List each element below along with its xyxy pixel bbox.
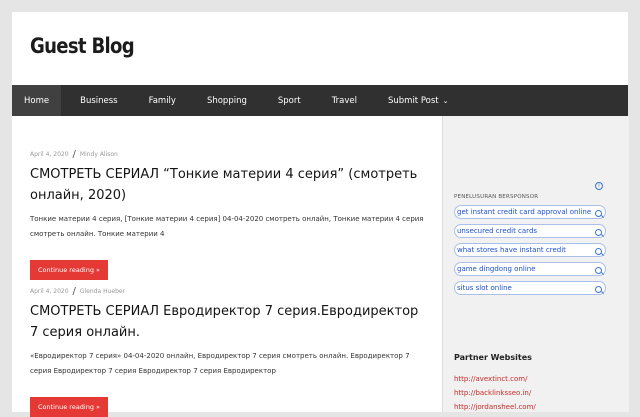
nav-business[interactable]: Business <box>68 85 129 116</box>
post-date[interactable]: April 4, 2020 <box>30 288 69 295</box>
chevron-down-icon: ⌄ <box>442 96 449 105</box>
post-date[interactable]: April 4, 2020 <box>30 151 69 158</box>
post-author[interactable]: Mindy Alison <box>80 151 118 158</box>
continue-reading-button[interactable]: Continue reading » <box>30 397 109 417</box>
main-content: April 4, 2020/Mindy Alison СМОТРЕТЬ СЕРИ… <box>12 116 442 417</box>
meta-separator: / <box>72 286 76 297</box>
nav-home-label: Home <box>24 95 50 106</box>
sponsored-link-label: what stores have instant credit <box>457 246 566 254</box>
sidebar: PENELUSURAN BERSPONSOR i get instant cre… <box>442 116 629 412</box>
sponsored-link[interactable]: game dingdong online <box>454 262 606 276</box>
post-title[interactable]: СМОТРЕТЬ СЕРИАЛ Евродиректор 7 серия.Евр… <box>30 301 430 343</box>
sponsored-link[interactable]: what stores have instant credit <box>454 243 606 257</box>
nav-shopping[interactable]: Shopping <box>195 85 259 116</box>
partner-link[interactable]: http://jordansheel.com/ <box>454 403 624 411</box>
ads-label: PENELUSURAN BERSPONSOR <box>454 194 539 200</box>
post-entry: April 4, 2020/ Glenda Hueber СМОТРЕТЬ СЕР… <box>30 286 430 417</box>
search-icon <box>595 229 602 236</box>
nav-business-label: Business <box>80 95 118 106</box>
sponsored-link[interactable]: unsecured credit cards <box>454 224 606 238</box>
post-meta: April 4, 2020/ Mindy Alison <box>30 149 430 160</box>
sponsored-link-label: game dingdong online <box>457 265 536 273</box>
post-author[interactable]: Glenda Hueber <box>80 288 125 295</box>
sponsored-link[interactable]: situs slot online <box>454 281 606 295</box>
nav-sport[interactable]: Sport <box>266 85 313 116</box>
search-icon <box>595 267 602 274</box>
main-navigation: Home Business Family Shopping Sport Trav… <box>12 85 628 116</box>
partner-link[interactable]: http://backlinksseo.in/ <box>454 389 624 397</box>
search-icon <box>595 286 602 293</box>
post-excerpt: «Евродиректор 7 серия» 04-04-2020 онлайн… <box>30 352 410 375</box>
partner-link[interactable]: http://avextinct.com/ <box>454 375 624 383</box>
post-excerpt: Тонкие материи 4 серия, [Тонкие материи … <box>30 215 424 238</box>
post-entry: April 4, 2020/ Mindy Alison СМОТРЕТЬ СЕРИ… <box>30 149 430 280</box>
sidebar-inner: PENELUSURAN BERSPONSOR i get instant cre… <box>454 116 620 412</box>
partner-websites-heading: Partner Websites <box>454 353 532 362</box>
nav-shopping-label: Shopping <box>206 95 247 106</box>
sponsored-link-label: get instant credit card approval online <box>457 208 592 216</box>
sponsored-link-label: situs slot online <box>457 284 512 292</box>
nav-home[interactable]: Home <box>12 85 62 116</box>
sponsored-search-widget: PENELUSURAN BERSPONSOR i get instant cre… <box>454 182 606 295</box>
nav-sport-label: Sport <box>277 95 301 106</box>
meta-separator: / <box>72 149 76 160</box>
nav-family-label: Family <box>148 95 176 106</box>
site-header: Guest Blog <box>12 12 628 85</box>
search-icon <box>595 210 602 217</box>
nav-travel[interactable]: Travel <box>320 85 369 116</box>
ads-header: PENELUSURAN BERSPONSOR i <box>454 182 606 202</box>
site-title[interactable]: Guest Blog <box>30 34 135 58</box>
post-title[interactable]: СМОТРЕТЬ СЕРИАЛ “Тонкие материи 4 серия”… <box>30 164 430 206</box>
nav-family[interactable]: Family <box>137 85 188 116</box>
nav-submit-post-label: Submit Post <box>387 95 439 106</box>
sponsored-link[interactable]: get instant credit card approval online <box>454 205 606 219</box>
partner-links-list: http://avextinct.com/ http://backlinksse… <box>454 375 624 417</box>
info-icon[interactable]: i <box>595 182 603 190</box>
nav-travel-label: Travel <box>331 95 357 106</box>
post-meta: April 4, 2020/ Glenda Hueber <box>30 286 430 297</box>
continue-reading-button[interactable]: Continue reading » <box>30 260 109 280</box>
page-container: Guest Blog Home Business Family Shopping… <box>12 12 629 417</box>
search-icon <box>595 248 602 255</box>
sponsored-link-label: unsecured credit cards <box>457 227 538 235</box>
ads-list: get instant credit card approval online … <box>454 205 606 295</box>
nav-submit-post[interactable]: Submit Post ⌄ <box>376 85 461 116</box>
